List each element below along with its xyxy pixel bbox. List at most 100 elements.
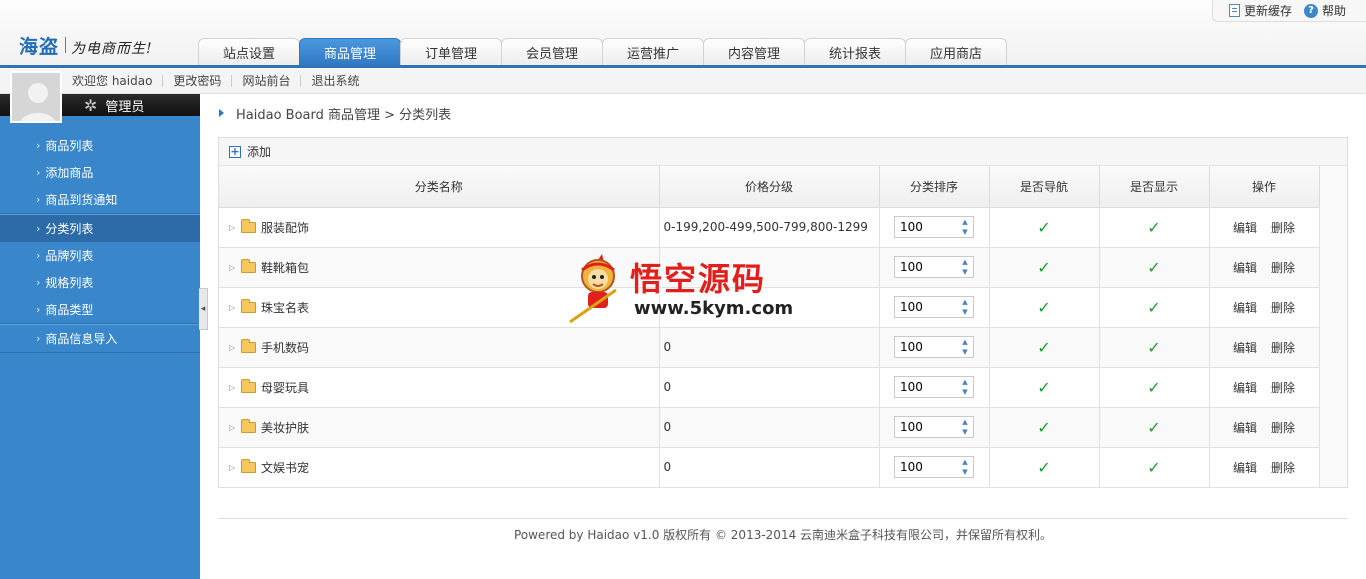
sort-input[interactable] [895,217,957,237]
check-icon[interactable]: ✓ [1037,218,1050,237]
sort-input[interactable] [895,337,957,357]
sort-input[interactable] [895,257,957,277]
delete-link[interactable]: 删除 [1271,261,1295,275]
sort-stepper[interactable]: ▲▼ [894,336,974,358]
edit-link[interactable]: 编辑 [1233,421,1257,435]
update-cache-link[interactable]: 更新缓存 [1228,2,1292,19]
logo-slogan: 为电商而生! [71,41,153,57]
check-icon[interactable]: ✓ [1037,338,1050,357]
check-icon[interactable]: ✓ [1037,418,1050,437]
breadcrumb: Haidao Board 商品管理 > 分类列表 [219,104,451,123]
category-name[interactable]: 母婴玩具 [261,379,309,396]
tab-member-management[interactable]: 会员管理 [501,38,603,66]
sidebar-item-spec-list[interactable]: 规格列表 [0,269,200,296]
check-icon[interactable]: ✓ [1147,418,1160,437]
delete-link[interactable]: 删除 [1271,461,1295,475]
sort-stepper[interactable]: ▲▼ [894,256,974,278]
chevron-down-icon[interactable]: ▼ [957,307,973,317]
check-icon[interactable]: ✓ [1147,458,1160,477]
chevron-up-icon[interactable]: ▲ [957,457,973,467]
chevron-down-icon[interactable]: ▼ [957,387,973,397]
help-link[interactable]: ? 帮助 [1303,2,1346,19]
check-icon[interactable]: ✓ [1147,218,1160,237]
check-icon[interactable]: ✓ [1147,298,1160,317]
category-name[interactable]: 服装配饰 [261,219,309,236]
delete-link[interactable]: 删除 [1271,301,1295,315]
sort-input[interactable] [895,457,957,477]
check-icon[interactable]: ✓ [1147,338,1160,357]
sort-stepper[interactable]: ▲▼ [894,296,974,318]
sort-stepper[interactable]: ▲▼ [894,416,974,438]
expand-triangle-icon[interactable]: ▷ [229,383,238,392]
check-icon[interactable]: ✓ [1147,258,1160,277]
check-icon[interactable]: ✓ [1037,298,1050,317]
check-icon[interactable]: ✓ [1037,258,1050,277]
chevron-down-icon[interactable]: ▼ [957,347,973,357]
category-name[interactable]: 手机数码 [261,339,309,356]
check-icon[interactable]: ✓ [1037,378,1050,397]
chevron-up-icon[interactable]: ▲ [957,377,973,387]
sort-stepper[interactable]: ▲▼ [894,216,974,238]
tab-order-management[interactable]: 订单管理 [400,38,502,66]
sidebar-collapse-toggle[interactable]: ◂ [199,288,208,330]
sidebar-item-category-list[interactable]: 分类列表 [0,215,200,242]
sort-input[interactable] [895,297,957,317]
chevron-up-icon[interactable]: ▲ [957,297,973,307]
chevron-down-icon[interactable]: ▼ [957,267,973,277]
edit-link[interactable]: 编辑 [1233,261,1257,275]
expand-triangle-icon[interactable]: ▷ [229,263,238,272]
check-icon[interactable]: ✓ [1147,378,1160,397]
category-name[interactable]: 文娱书宠 [261,459,309,476]
chevron-down-icon[interactable]: ▼ [957,227,973,237]
add-icon[interactable]: + [229,145,241,158]
tab-app-store[interactable]: 应用商店 [905,38,1007,66]
folder-icon [241,378,256,393]
tab-site-settings[interactable]: 站点设置 [198,38,300,66]
expand-triangle-icon[interactable]: ▷ [229,303,238,312]
expand-triangle-icon[interactable]: ▷ [229,223,238,232]
delete-link[interactable]: 删除 [1271,341,1295,355]
chevron-up-icon[interactable]: ▲ [957,337,973,347]
tab-operations-promotion[interactable]: 运营推广 [602,38,704,66]
edit-link[interactable]: 编辑 [1233,341,1257,355]
logo[interactable]: 海盗 为电商而生! [19,32,153,58]
sidebar-item-brand-list[interactable]: 品牌列表 [0,242,200,269]
sort-stepper[interactable]: ▲▼ [894,456,974,478]
change-password-link[interactable]: 更改密码 [162,74,231,87]
tab-statistics-reports[interactable]: 统计报表 [804,38,906,66]
sidebar-item-add-goods[interactable]: 添加商品 [0,159,200,186]
add-button[interactable]: 添加 [247,143,271,160]
avatar[interactable] [10,71,62,123]
edit-link[interactable]: 编辑 [1233,301,1257,315]
chevron-up-icon[interactable]: ▲ [957,217,973,227]
sidebar-item-goods-list[interactable]: 商品列表 [0,132,200,159]
expand-triangle-icon[interactable]: ▷ [229,463,238,472]
sort-input[interactable] [895,417,957,437]
tab-goods-management[interactable]: 商品管理 [299,38,401,66]
category-name[interactable]: 美妆护肤 [261,419,309,436]
tab-content-management[interactable]: 内容管理 [703,38,805,66]
sidebar-item-goods-type[interactable]: 商品类型 [0,296,200,323]
edit-link[interactable]: 编辑 [1233,221,1257,235]
chevron-up-icon[interactable]: ▲ [957,417,973,427]
sidebar-item-arrival-notice[interactable]: 商品到货通知 [0,186,200,213]
delete-link[interactable]: 删除 [1271,421,1295,435]
expand-triangle-icon[interactable]: ▷ [229,343,238,352]
chevron-down-icon[interactable]: ▼ [957,427,973,437]
check-icon[interactable]: ✓ [1037,458,1050,477]
sort-input[interactable] [895,377,957,397]
chevron-down-icon[interactable]: ▼ [957,467,973,477]
edit-link[interactable]: 编辑 [1233,461,1257,475]
front-site-link[interactable]: 网站前台 [231,74,300,87]
expand-triangle-icon[interactable]: ▷ [229,423,238,432]
edit-link[interactable]: 编辑 [1233,381,1257,395]
cell-nav: ✓ [989,207,1100,248]
sort-stepper[interactable]: ▲▼ [894,376,974,398]
delete-link[interactable]: 删除 [1271,221,1295,235]
logout-link[interactable]: 退出系统 [300,74,369,87]
category-name[interactable]: 鞋靴箱包 [261,259,309,276]
category-name[interactable]: 珠宝名表 [261,299,309,316]
chevron-up-icon[interactable]: ▲ [957,257,973,267]
delete-link[interactable]: 删除 [1271,381,1295,395]
sidebar-item-goods-import[interactable]: 商品信息导入 [0,325,200,352]
